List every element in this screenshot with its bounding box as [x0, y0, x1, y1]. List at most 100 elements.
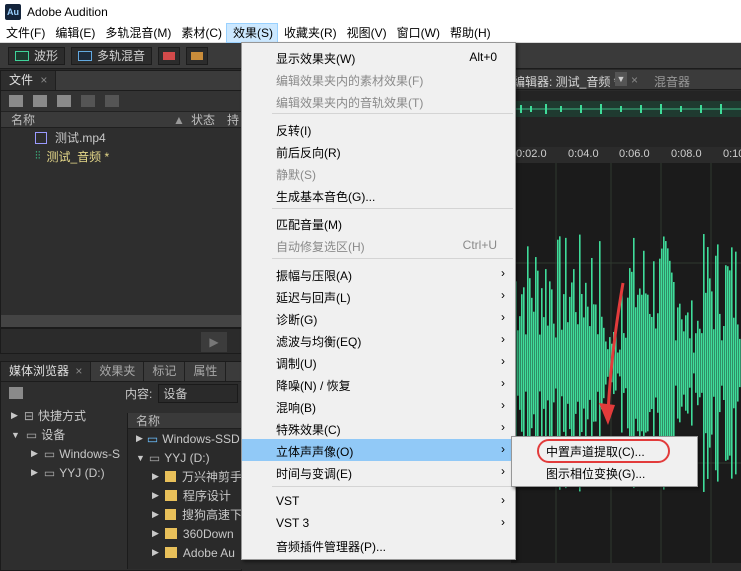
multitrack-view-button[interactable]: 多轨混音 [71, 46, 153, 65]
transport-bar: ▶ [0, 328, 242, 354]
waveform-sample [721, 340, 723, 386]
tab-files[interactable]: 文件 × [1, 71, 57, 90]
menu-view[interactable]: 视图(V) [341, 23, 391, 43]
effects-menu-item[interactable]: 立体声声像(O) › [242, 439, 515, 461]
folder-icon [164, 528, 177, 539]
tab-mixer[interactable]: 混音器 [654, 73, 690, 90]
new-file-icon[interactable] [57, 95, 71, 107]
waveform-sample [583, 317, 585, 409]
graphic-phase-shifter-item[interactable]: 图示相位变换(G)... [512, 461, 697, 483]
effects-menu-item[interactable]: 混响(B) › [242, 395, 515, 417]
effects-menu-item[interactable]: VST › [242, 490, 515, 512]
open-folder-icon[interactable] [9, 95, 23, 107]
effects-menu-item[interactable]: 反转(I) [242, 118, 515, 140]
tree-item[interactable]: ▶ ▭ YYJ (D:) [1, 463, 125, 482]
list-item[interactable]: ▼ ▭ YYJ (D:) [128, 448, 242, 467]
tab-effects-rack[interactable]: 效果夹 [91, 362, 145, 381]
list-item[interactable]: ▶ ▭ Windows-SSD [128, 429, 242, 448]
chevron-right-icon: › [501, 442, 505, 456]
tree-item[interactable]: ▼ ▭ 设备 [1, 425, 125, 444]
overview-strip[interactable] [511, 91, 741, 147]
effects-menu-item: 编辑效果夹内的素材效果(F) [242, 68, 515, 90]
waveform-sample [555, 337, 557, 389]
collapse-icon: ▼ [11, 429, 20, 440]
delete-icon[interactable] [105, 95, 119, 107]
waveform-display[interactable] [511, 163, 741, 563]
expand-icon: ▶ [31, 448, 38, 458]
waveform-view-button[interactable]: 波形 [8, 46, 66, 65]
title-bar: Au Adobe Audition [0, 0, 741, 23]
effects-menu-item[interactable]: 诊断(G) › [242, 307, 515, 329]
list-header[interactable]: 名称 [128, 413, 242, 429]
waveform-sample [521, 294, 523, 432]
files-scrollbar[interactable] [1, 315, 241, 327]
import-icon[interactable] [33, 95, 47, 107]
effects-menu-item[interactable]: 前后反向(R) [242, 140, 515, 162]
effects-menu-item[interactable]: 滤波与均衡(EQ) › [242, 329, 515, 351]
col-name[interactable]: 名称 [1, 111, 173, 128]
effects-menu-item[interactable]: 调制(U) › [242, 351, 515, 373]
menu-separator [272, 486, 513, 487]
content-select[interactable]: 设备 [158, 383, 239, 403]
menu-item-label: 振幅与压限(A) [276, 269, 352, 283]
close-icon[interactable]: × [40, 73, 47, 87]
menu-file[interactable]: 文件(F) [0, 23, 49, 43]
waveform-sample [593, 304, 595, 422]
col-status[interactable]: 状态 [183, 111, 223, 128]
waveform-sample [689, 338, 691, 388]
chevron-right-icon: › [501, 420, 505, 434]
waveform-sample [697, 320, 699, 406]
menu-help[interactable]: 帮助(H) [444, 23, 495, 43]
menu-multitrack[interactable]: 多轨混音(M) [99, 23, 175, 43]
tab-markers[interactable]: 标记 [144, 362, 186, 381]
tool-button-1[interactable] [158, 46, 181, 65]
list-item[interactable]: ▶ 万兴神剪手 [128, 467, 242, 486]
editor-dropdown-icon[interactable]: ▼ [615, 72, 627, 86]
file-row[interactable]: 测试.mp4 [1, 128, 241, 147]
waveform-sample [635, 307, 637, 419]
effects-menu-item[interactable]: 音频插件管理器(P)... [242, 534, 515, 556]
files-tabstrip: 文件 × [1, 71, 241, 91]
tab-editor[interactable]: 编辑器: 测试_音频 * [513, 73, 618, 90]
waveform-sample [727, 266, 729, 460]
col-duration[interactable]: 持 [223, 111, 239, 128]
waveform-sample [671, 272, 673, 454]
menu-separator [272, 113, 513, 114]
menu-clip[interactable]: 素材(C) [175, 23, 226, 43]
waveform-sample [545, 269, 547, 457]
tool-button-2[interactable] [186, 46, 209, 65]
waveform-sample [547, 325, 549, 401]
insert-icon[interactable] [81, 95, 95, 107]
list-item[interactable]: ▶ 360Down [128, 524, 242, 543]
waveform-sample [707, 247, 709, 479]
tab-media-browser[interactable]: 媒体浏览器 × [1, 362, 92, 381]
effects-menu-item[interactable]: 延迟与回声(L) › [242, 285, 515, 307]
close-icon[interactable]: × [631, 73, 638, 87]
menu-item-label: 延迟与回声(L) [276, 291, 351, 305]
list-item[interactable]: ▶ Adobe Au [128, 543, 242, 562]
menu-window[interactable]: 窗口(W) [391, 23, 444, 43]
menu-edit[interactable]: 编辑(E) [49, 23, 99, 43]
tree-item[interactable]: ▶ ▭ Windows-S [1, 444, 125, 463]
effects-menu-item[interactable]: 生成基本音色(G)... [242, 184, 515, 206]
effects-menu-item[interactable]: 降噪(N) / 恢复 › [242, 373, 515, 395]
effects-menu-item[interactable]: 振幅与压限(A) › [242, 263, 515, 285]
effects-menu-item[interactable]: 显示效果夹(W) Alt+0 [242, 46, 515, 68]
media-browser-panel: 媒体浏览器 × 效果夹 标记 属性 内容: 设备 ▶ ⊟ 快捷方式 ▼ ▭ 设备 ▶ ▭ W… [0, 361, 242, 571]
list-item[interactable]: ▶ 程序设计 [128, 486, 242, 505]
tab-properties[interactable]: 属性 [185, 362, 227, 381]
time-ruler[interactable]: 0:02.0 0:04.0 0:06.0 0:08.0 0:10.0 [511, 147, 741, 163]
chevron-right-icon: › [501, 398, 505, 412]
file-row[interactable]: ⫶⫶ 测试_音频 * [1, 147, 241, 166]
effects-menu-item[interactable]: 匹配音量(M) [242, 212, 515, 234]
effects-menu-item[interactable]: 特殊效果(C) › [242, 417, 515, 439]
tree-item[interactable]: ▶ ⊟ 快捷方式 [1, 406, 125, 425]
close-icon[interactable]: × [75, 364, 82, 378]
waveform-sample [679, 303, 681, 423]
list-item[interactable]: ▶ 搜狗高速下 [128, 505, 242, 524]
menu-favorites[interactable]: 收藏夹(R) [278, 23, 341, 43]
effects-menu-item[interactable]: VST 3 › [242, 512, 515, 534]
menu-effects[interactable]: 效果(S) [226, 22, 278, 43]
play-icon[interactable]: ▶ [201, 332, 227, 352]
effects-menu-item[interactable]: 时间与变调(E) › [242, 461, 515, 483]
